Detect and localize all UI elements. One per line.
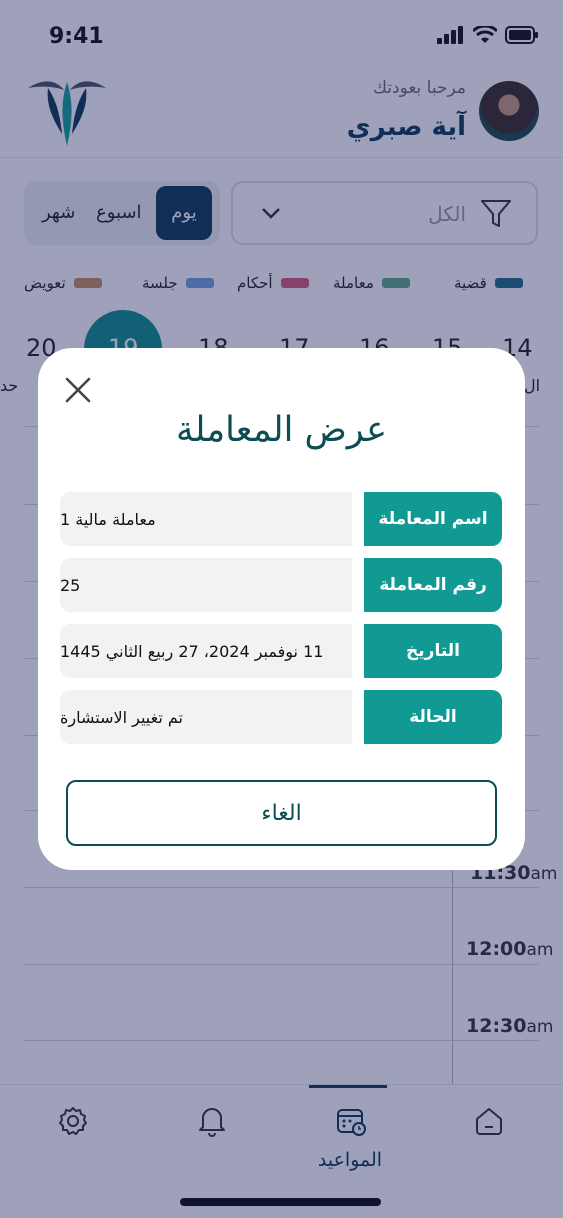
modal-title: عرض المعاملة [176, 410, 387, 450]
cancel-button[interactable]: الغاء [66, 780, 497, 846]
detail-value: معاملة مالية 1 [60, 492, 352, 546]
detail-label: اسم المعاملة [364, 492, 502, 546]
detail-label: رقم المعاملة [364, 558, 502, 612]
transaction-details-modal: عرض المعاملة معاملة مالية 1 اسم المعاملة… [38, 348, 525, 870]
close-button[interactable] [62, 374, 94, 406]
close-icon [65, 377, 91, 403]
detail-value: 25 [60, 558, 352, 612]
detail-row-name: معاملة مالية 1 اسم المعاملة [60, 492, 502, 546]
detail-row-date: 11 نوفمبر 2024، 27 ربيع الثاني 1445 التا… [60, 624, 502, 678]
detail-value: 11 نوفمبر 2024، 27 ربيع الثاني 1445 [60, 624, 352, 678]
detail-label: التاريخ [364, 624, 502, 678]
detail-row-number: 25 رقم المعاملة [60, 558, 502, 612]
detail-row-status: تم تغيير الاستشارة الحالة [60, 690, 502, 744]
detail-value: تم تغيير الاستشارة [60, 690, 352, 744]
detail-label: الحالة [364, 690, 502, 744]
home-indicator-line [180, 1198, 381, 1206]
